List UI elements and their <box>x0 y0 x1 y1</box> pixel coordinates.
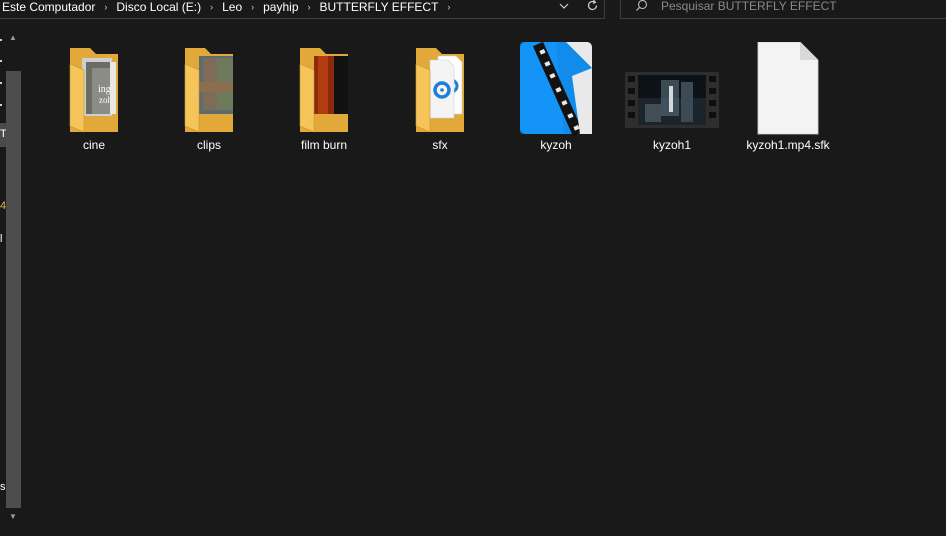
breadcrumb-separator-icon[interactable]: › <box>440 2 457 12</box>
file-item-film-burn[interactable]: film burn <box>274 42 374 152</box>
folder-with-thumbnails-icon <box>169 42 249 136</box>
svg-text:ing: ing <box>98 84 111 95</box>
file-item-clips[interactable]: clips <box>159 42 259 152</box>
chevron-down-icon[interactable] <box>557 0 571 14</box>
breadcrumb-item[interactable]: Este Computador <box>0 0 97 14</box>
breadcrumb-separator-icon[interactable]: › <box>97 2 114 12</box>
nav-dot <box>0 104 2 106</box>
scroll-down-icon[interactable]: ▼ <box>9 512 17 521</box>
breadcrumb-separator-icon[interactable]: › <box>301 2 318 12</box>
file-list: ing zoh cine clips film burn sfx kyzoh k… <box>24 22 946 536</box>
breadcrumb-item[interactable]: Leo <box>220 0 244 14</box>
file-item-sfx[interactable]: sfx <box>390 42 490 152</box>
file-name: film burn <box>300 138 347 152</box>
file-item-cine[interactable]: ing zoh cine <box>44 42 144 152</box>
breadcrumb-separator-icon[interactable]: › <box>203 2 220 12</box>
refresh-icon[interactable] <box>585 0 599 13</box>
top-bar: Este Computador › Disco Local (E:) › Leo… <box>0 0 946 22</box>
blank-file-icon <box>748 41 828 136</box>
video-thumbnail-icon <box>625 42 719 136</box>
folder-with-thumbnails-icon <box>284 42 364 136</box>
nav-dot <box>0 82 2 84</box>
nav-item-fragment[interactable]: s <box>0 481 6 493</box>
nav-dot <box>0 60 2 62</box>
scrollbar-thumb[interactable] <box>6 71 21 508</box>
file-name: kyzoh <box>540 138 572 152</box>
folder-with-audio-files-icon <box>400 42 480 136</box>
file-item-kyzoh1-mp4-sfk[interactable]: kyzoh1.mp4.sfk <box>738 41 838 152</box>
folder-with-thumbnails-icon: ing zoh <box>54 42 134 136</box>
file-name: sfx <box>432 138 448 152</box>
nav-item-fragment[interactable]: l <box>0 233 2 245</box>
breadcrumb-separator-icon[interactable]: › <box>244 2 261 12</box>
search-icon <box>635 0 649 13</box>
file-name: kyzoh1 <box>652 138 692 152</box>
file-item-kyzoh[interactable]: kyzoh <box>506 41 606 152</box>
breadcrumb-item[interactable]: payhip <box>261 0 300 14</box>
scroll-up-icon[interactable]: ▲ <box>9 33 17 42</box>
file-item-kyzoh1[interactable]: kyzoh1 <box>622 42 722 152</box>
file-name: kyzoh1.mp4.sfk <box>746 138 830 152</box>
file-name: clips <box>196 138 221 152</box>
breadcrumb: Este Computador › Disco Local (E:) › Leo… <box>0 0 457 15</box>
breadcrumb-item[interactable]: Disco Local (E:) <box>114 0 203 14</box>
alight-motion-file-icon <box>516 41 596 137</box>
file-name: cine <box>82 138 105 152</box>
search-input[interactable] <box>661 0 941 13</box>
breadcrumb-item[interactable]: BUTTERFLY EFFECT <box>318 0 441 14</box>
nav-dot <box>0 39 2 41</box>
